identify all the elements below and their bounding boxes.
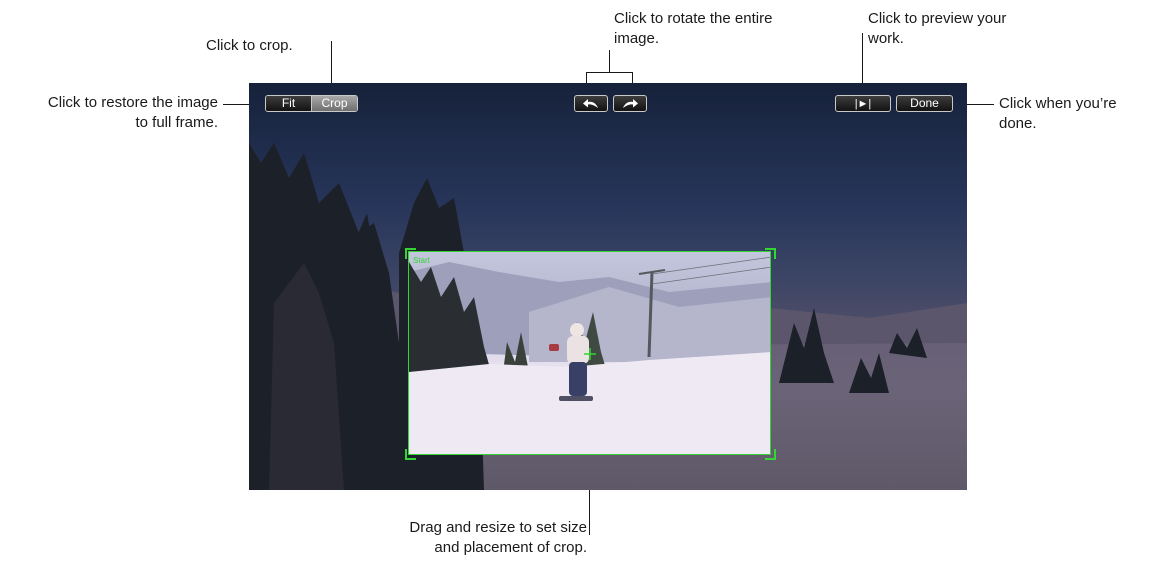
- leader-line-rotate-stem: [609, 50, 610, 72]
- done-button[interactable]: Done: [896, 95, 953, 112]
- callout-done-line1: Click when you’re: [999, 95, 1117, 112]
- callout-drag: Drag and resize to set size and placemen…: [409, 518, 587, 558]
- rotate-left-icon: [583, 99, 598, 108]
- callout-drag-line1: Drag and resize to set size: [409, 519, 587, 536]
- done-label: Done: [910, 96, 939, 110]
- crop-button[interactable]: Crop: [311, 96, 357, 111]
- fit-crop-toggle[interactable]: Fit Crop: [265, 95, 358, 112]
- callout-fit: Click to restore the image to full frame…: [48, 93, 218, 133]
- callout-preview-line1: Click to preview your: [868, 10, 1007, 27]
- callout-done-line2: done.: [999, 115, 1037, 132]
- video-viewer[interactable]: Fit Crop |►| Done Start: [249, 83, 967, 490]
- crop-rectangle[interactable]: Start: [408, 251, 771, 455]
- crop-handle-bottom-left[interactable]: [405, 449, 416, 460]
- play-preview-button[interactable]: |►|: [835, 95, 891, 112]
- crop-center-crosshair: [584, 348, 596, 360]
- rotate-right-icon: [623, 99, 638, 108]
- callout-crop: Click to crop.: [206, 37, 293, 54]
- fit-button[interactable]: Fit: [266, 96, 311, 111]
- callout-preview-line2: work.: [868, 30, 904, 47]
- callout-done: Click when you’re done.: [999, 94, 1117, 134]
- callout-rotate-line2: image.: [614, 30, 660, 47]
- callout-drag-line2: and placement of crop.: [434, 539, 587, 556]
- callout-fit-line1: Click to restore the image: [47, 94, 218, 111]
- play-icon: |►|: [854, 98, 872, 110]
- rotate-right-button[interactable]: [613, 95, 647, 112]
- callout-fit-line2: to full frame.: [135, 114, 218, 131]
- leader-line-rotate-bar: [586, 72, 633, 73]
- rotate-left-button[interactable]: [574, 95, 608, 112]
- crop-handle-top-left[interactable]: [405, 248, 416, 259]
- crop-handle-top-right[interactable]: [765, 248, 776, 259]
- crop-handle-bottom-right[interactable]: [765, 449, 776, 460]
- callout-preview: Click to preview your work.: [868, 9, 1006, 49]
- callout-rotate: Click to rotate the entire image.: [614, 9, 772, 49]
- callout-rotate-line1: Click to rotate the entire: [614, 10, 773, 27]
